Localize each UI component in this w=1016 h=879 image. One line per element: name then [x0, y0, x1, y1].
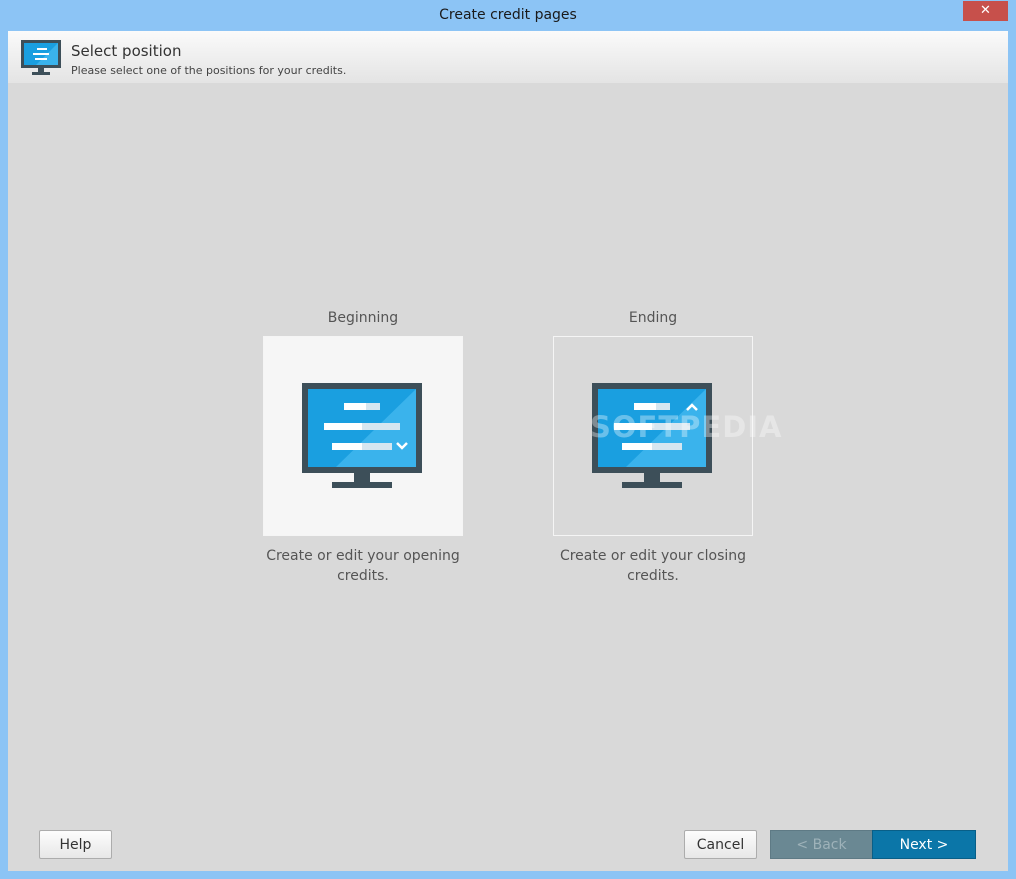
option-ending-description: Create or edit your closing credits.: [559, 548, 747, 584]
header-title: Select position: [71, 42, 182, 60]
option-beginning-card[interactable]: [263, 336, 463, 536]
monitor-credits-down-icon: [302, 383, 422, 488]
window-title: Create credit pages: [439, 7, 577, 23]
cancel-button[interactable]: Cancel: [684, 830, 757, 859]
monitor-icon: [21, 40, 61, 80]
header-subtitle: Please select one of the positions for y…: [71, 64, 347, 77]
title-bar: Create credit pages ✕: [0, 0, 1016, 31]
wizard-header: Select position Please select one of the…: [8, 31, 1008, 83]
close-button[interactable]: ✕: [963, 1, 1008, 21]
watermark: SOFTPEDIA: [590, 410, 783, 444]
dialog-client: Select position Please select one of the…: [8, 31, 1008, 871]
back-button[interactable]: < Back: [770, 830, 873, 859]
next-button[interactable]: Next >: [872, 830, 976, 859]
help-button[interactable]: Help: [39, 830, 112, 859]
option-beginning-label: Beginning: [327, 310, 399, 326]
option-beginning-description: Create or edit your opening credits.: [266, 548, 460, 584]
option-ending-label: Ending: [628, 310, 678, 326]
close-icon: ✕: [980, 3, 991, 18]
